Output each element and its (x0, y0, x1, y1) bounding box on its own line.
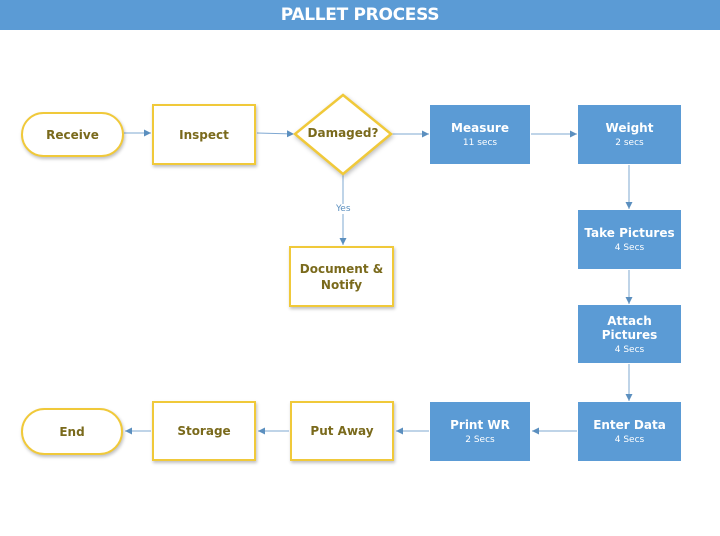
node-label: Put Away (310, 424, 374, 438)
node-time: 11 secs (462, 138, 498, 148)
node-label: Attach Pictures (601, 313, 658, 342)
node-document-notify[interactable]: Document & Notify (289, 246, 394, 307)
node-label-line2: Notify (320, 277, 363, 292)
node-label: Damaged? (307, 126, 379, 140)
node-attach-pictures[interactable]: Attach Pictures 4 Secs (578, 305, 681, 363)
node-time: 2 Secs (465, 435, 495, 445)
node-time: 4 Secs (614, 344, 645, 355)
edge-label-yes: Yes (335, 204, 352, 214)
node-measure[interactable]: Measure 11 secs (430, 105, 530, 164)
node-label: Inspect (179, 127, 229, 142)
node-label: End (59, 424, 85, 439)
edge-inspect-damaged (256, 130, 295, 138)
node-label: Measure (451, 121, 509, 135)
node-time: 4 Secs (614, 243, 645, 253)
node-time: 4 Secs (614, 435, 645, 445)
node-damaged[interactable]: Damaged? (295, 126, 391, 140)
node-end[interactable]: End (21, 408, 123, 455)
node-storage[interactable]: Storage (152, 401, 256, 461)
node-label: Print WR (450, 418, 510, 432)
node-label-line1: Document & (299, 261, 384, 276)
node-put-away[interactable]: Put Away (290, 401, 394, 461)
node-label: Receive (46, 127, 99, 142)
node-label: Enter Data (593, 418, 666, 432)
node-print-wr[interactable]: Print WR 2 Secs (430, 402, 530, 461)
node-inspect[interactable]: Inspect (152, 104, 256, 165)
node-time: 2 secs (615, 138, 644, 148)
node-label: Weight (605, 121, 654, 135)
node-enter-data[interactable]: Enter Data 4 Secs (578, 402, 681, 461)
node-receive[interactable]: Receive (21, 112, 124, 157)
node-label: Take Pictures (584, 226, 675, 240)
node-label: Storage (177, 424, 231, 438)
node-take-pictures[interactable]: Take Pictures 4 Secs (578, 210, 681, 269)
node-weight[interactable]: Weight 2 secs (578, 105, 681, 164)
